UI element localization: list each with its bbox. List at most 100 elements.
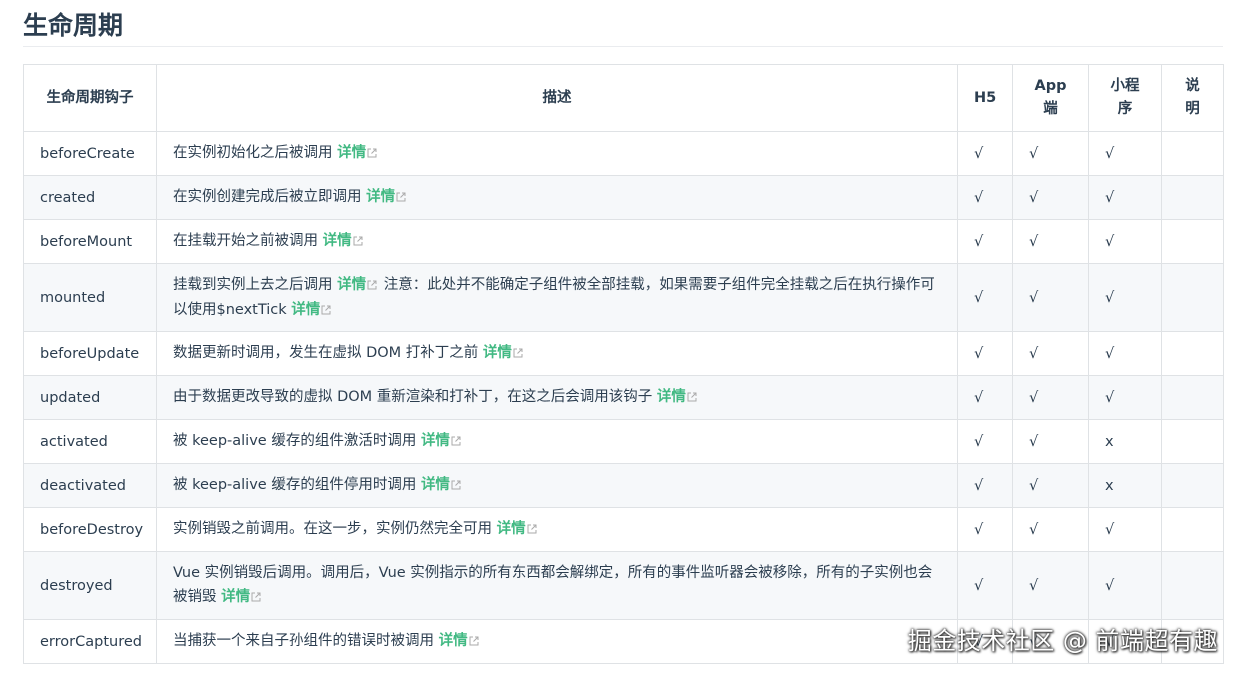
app-support: √ — [1012, 375, 1089, 420]
external-link-icon — [321, 299, 331, 323]
miniprogram-support: √ — [1088, 375, 1162, 420]
description-cell: 在挂载开始之前被调用 详情 — [156, 219, 958, 264]
table-row: destroyed Vue 实例销毁后调用。调用后，Vue 实例指示的所有东西都会… — [23, 551, 1224, 620]
section-heading: 生命周期 — [23, 6, 1223, 47]
table-row: activated 被 keep-alive 缓存的组件激活时调用 详情 √ √ x — [23, 419, 1224, 464]
description-text: 当捕获一个来自子孙组件的错误时被调用 — [173, 633, 434, 649]
miniprogram-support: √ — [1088, 331, 1162, 376]
detail-link[interactable]: 详情 — [657, 389, 686, 405]
description-text: 被 keep-alive 缓存的组件停用时调用 — [173, 477, 417, 493]
app-support: √ — [1012, 175, 1089, 220]
note-cell — [1161, 331, 1224, 376]
note-cell — [1161, 263, 1224, 332]
hook-name: beforeCreate — [23, 131, 157, 176]
detail-link[interactable]: 详情 — [497, 521, 526, 537]
note-cell — [1161, 375, 1224, 420]
external-link-icon — [687, 386, 697, 410]
detail-link[interactable]: 详情 — [291, 302, 320, 318]
app-support: √ — [1012, 507, 1089, 552]
description-text: 数据更新时调用，发生在虚拟 DOM 打补丁之前 — [173, 345, 479, 361]
h5-support: √ — [957, 419, 1013, 464]
detail-link[interactable]: 详情 — [221, 589, 250, 605]
note-cell — [1161, 219, 1224, 264]
external-link-icon — [527, 518, 537, 542]
header-mini-label: 小程序 — [1110, 78, 1140, 117]
table-row: beforeCreate 在实例初始化之后被调用 详情 √ √ √ — [23, 131, 1224, 176]
description-cell: Vue 实例销毁后调用。调用后，Vue 实例指示的所有东西都会解绑定，所有的事件… — [156, 551, 958, 620]
app-support: √ — [1012, 131, 1089, 176]
hook-name: deactivated — [23, 463, 157, 508]
h5-support: √ — [957, 131, 1013, 176]
miniprogram-support: √ — [1088, 263, 1162, 332]
header-description: 描述 — [156, 64, 958, 132]
description-cell: 在实例创建完成后被立即调用 详情 — [156, 175, 958, 220]
external-link-icon — [353, 230, 363, 254]
detail-link[interactable]: 详情 — [337, 145, 366, 161]
table-row: created 在实例创建完成后被立即调用 详情 √ √ √ — [23, 175, 1224, 220]
header-miniprogram: 小程序 — [1088, 64, 1162, 132]
header-h5: H5 — [957, 64, 1013, 132]
hook-name: mounted — [23, 263, 157, 332]
app-support: √ — [1012, 419, 1089, 464]
detail-link[interactable]: 详情 — [337, 277, 366, 293]
description-cell: 被 keep-alive 缓存的组件激活时调用 详情 — [156, 419, 958, 464]
detail-link[interactable]: 详情 — [483, 345, 512, 361]
hook-name: beforeDestroy — [23, 507, 157, 552]
table-row: updated 由于数据更改导致的虚拟 DOM 重新渲染和打补丁，在这之后会调用该… — [23, 375, 1224, 420]
miniprogram-support: √ — [1088, 507, 1162, 552]
table-row: beforeUpdate 数据更新时调用，发生在虚拟 DOM 打补丁之前 详情 √ √… — [23, 331, 1224, 376]
h5-support: √ — [957, 331, 1013, 376]
header-app-label: App端 — [1034, 78, 1067, 117]
h5-support: √ — [957, 551, 1013, 620]
external-link-icon — [367, 274, 377, 298]
header-note: 说明 — [1161, 64, 1224, 132]
header-app: App端 — [1012, 64, 1089, 132]
h5-support: √ — [957, 375, 1013, 420]
note-cell — [1161, 419, 1224, 464]
app-support: √ — [1012, 331, 1089, 376]
miniprogram-support: √ — [1088, 219, 1162, 264]
note-cell — [1161, 507, 1224, 552]
table-row: beforeMount 在挂载开始之前被调用 详情 √ √ √ — [23, 219, 1224, 264]
app-support: √ — [1012, 463, 1089, 508]
h5-support: √ — [957, 219, 1013, 264]
miniprogram-support: x — [1088, 463, 1162, 508]
detail-link[interactable]: 详情 — [421, 477, 450, 493]
h5-support: √ — [957, 263, 1013, 332]
miniprogram-support: √ — [1088, 131, 1162, 176]
external-link-icon — [251, 586, 261, 610]
miniprogram-support: √ — [1088, 175, 1162, 220]
detail-link[interactable]: 详情 — [439, 633, 468, 649]
app-support: √ — [1012, 219, 1089, 264]
description-text: 在实例初始化之后被调用 — [173, 145, 333, 161]
hook-name: updated — [23, 375, 157, 420]
h5-support: √ — [957, 507, 1013, 552]
header-hook: 生命周期钩子 — [23, 64, 157, 132]
description-text: Vue 实例销毁后调用。调用后，Vue 实例指示的所有东西都会解绑定，所有的事件… — [173, 565, 933, 605]
miniprogram-support: x — [1088, 419, 1162, 464]
lifecycle-table: 生命周期钩子 描述 H5 App端 小程序 说明 beforeCreate 在实例… — [23, 64, 1224, 664]
description-text: 由于数据更改导致的虚拟 DOM 重新渲染和打补丁，在这之后会调用该钩子 — [173, 389, 653, 405]
hook-name: destroyed — [23, 551, 157, 620]
description-text: 被 keep-alive 缓存的组件激活时调用 — [173, 433, 417, 449]
description-cell: 数据更新时调用，发生在虚拟 DOM 打补丁之前 详情 — [156, 331, 958, 376]
detail-link[interactable]: 详情 — [421, 433, 450, 449]
description-cell: 由于数据更改导致的虚拟 DOM 重新渲染和打补丁，在这之后会调用该钩子 详情 — [156, 375, 958, 420]
detail-link[interactable]: 详情 — [366, 189, 395, 205]
description-cell: 实例销毁之前调用。在这一步，实例仍然完全可用 详情 — [156, 507, 958, 552]
app-support: √ — [1012, 263, 1089, 332]
hook-name: beforeMount — [23, 219, 157, 264]
miniprogram-support: √ — [1088, 551, 1162, 620]
description-cell: 挂载到实例上去之后调用 详情 注意：此处并不能确定子组件被全部挂载，如果需要子组… — [156, 263, 958, 332]
note-cell — [1161, 175, 1224, 220]
description-text: 在实例创建完成后被立即调用 — [173, 189, 362, 205]
page-title: 生命周期 — [23, 11, 124, 40]
app-support: √ — [1012, 551, 1089, 620]
page: 生命周期 生命周期钩子 描述 H5 App端 小程序 说明 beforeCrea… — [0, 0, 1236, 674]
external-link-icon — [451, 430, 461, 454]
h5-support: √ — [957, 463, 1013, 508]
hook-name: errorCaptured — [23, 619, 157, 664]
detail-link[interactable]: 详情 — [323, 233, 352, 249]
external-link-icon — [513, 342, 523, 366]
external-link-icon — [396, 186, 406, 210]
